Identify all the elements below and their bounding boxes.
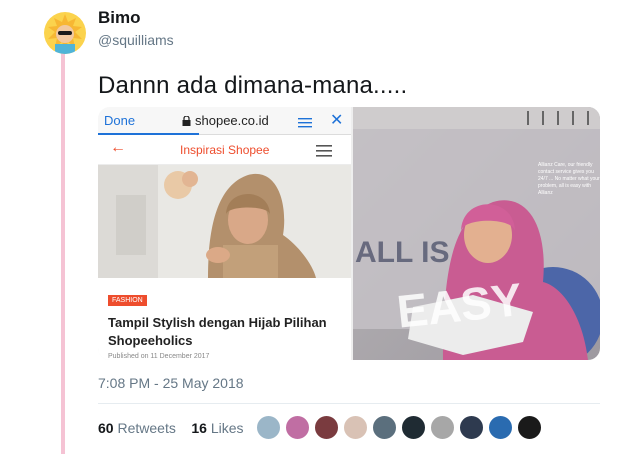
- user-handle[interactable]: @squilliams: [98, 32, 174, 48]
- browser-url-text: shopee.co.id: [195, 113, 269, 128]
- browser-bar: Done shopee.co.id ✕: [98, 107, 351, 135]
- avatar-cartoon-icon: [44, 12, 86, 54]
- app-header: ← Inspirasi Shopee: [98, 135, 351, 165]
- retweets-label: Retweets: [117, 420, 176, 436]
- avatar[interactable]: [44, 12, 86, 54]
- calendar-photo[interactable]: ALL IS EASY Allianz Care, our friendly c…: [353, 107, 600, 360]
- thread-line: [61, 53, 65, 454]
- divider: [98, 403, 600, 404]
- close-icon: ✕: [330, 112, 344, 129]
- liker-avatar[interactable]: [256, 415, 281, 440]
- display-name[interactable]: Bimo: [98, 8, 141, 28]
- browser-done-label: Done: [104, 113, 136, 128]
- liker-avatar[interactable]: [401, 415, 426, 440]
- likes-label: Likes: [210, 420, 244, 436]
- tweet-text: Dannn ada dimana-mana.....: [98, 72, 408, 99]
- app-title: Inspirasi Shopee: [180, 143, 270, 157]
- liker-avatar[interactable]: [430, 415, 455, 440]
- browser-url: shopee.co.id: [182, 113, 269, 128]
- category-tag: FASHION: [108, 295, 147, 306]
- calendar-small-text: Allianz Care, our friendly contact servi…: [538, 162, 600, 196]
- liker-avatar[interactable]: [459, 415, 484, 440]
- liker-avatar[interactable]: [285, 415, 310, 440]
- likes-count: 16: [191, 420, 207, 436]
- hamburger-icon: [316, 144, 332, 162]
- retweets-stat[interactable]: 60 Retweets: [98, 420, 176, 436]
- liker-avatar[interactable]: [314, 415, 339, 440]
- published-date: Published on 11 December 2017: [108, 353, 210, 360]
- liker-avatar[interactable]: [517, 415, 542, 440]
- screenshot-image[interactable]: Done shopee.co.id ✕ ← Inspirasi Shopee F…: [98, 107, 351, 360]
- liker-avatar[interactable]: [343, 415, 368, 440]
- tweet-stats: 60 Retweets 16 Likes: [98, 420, 244, 436]
- reader-icon: [298, 115, 312, 133]
- back-arrow-icon: ←: [110, 139, 126, 156]
- lock-icon: [182, 114, 191, 126]
- likes-stat[interactable]: 16 Likes: [191, 420, 243, 436]
- liker-avatar[interactable]: [372, 415, 397, 440]
- retweets-count: 60: [98, 420, 114, 436]
- calendar-big-text-1: ALL IS: [355, 236, 449, 269]
- article-title: Tampil Stylish dengan Hijab Pilihan Shop…: [108, 315, 327, 348]
- article-hero-photo: [98, 165, 351, 278]
- tweet-timestamp[interactable]: 7:08 PM - 25 May 2018: [98, 375, 244, 391]
- liker-avatar[interactable]: [488, 415, 513, 440]
- calendar-photo-graphic: ALL IS EASY Allianz Care, our friendly c…: [353, 107, 600, 360]
- tweet-media[interactable]: Done shopee.co.id ✕ ← Inspirasi Shopee F…: [98, 107, 600, 360]
